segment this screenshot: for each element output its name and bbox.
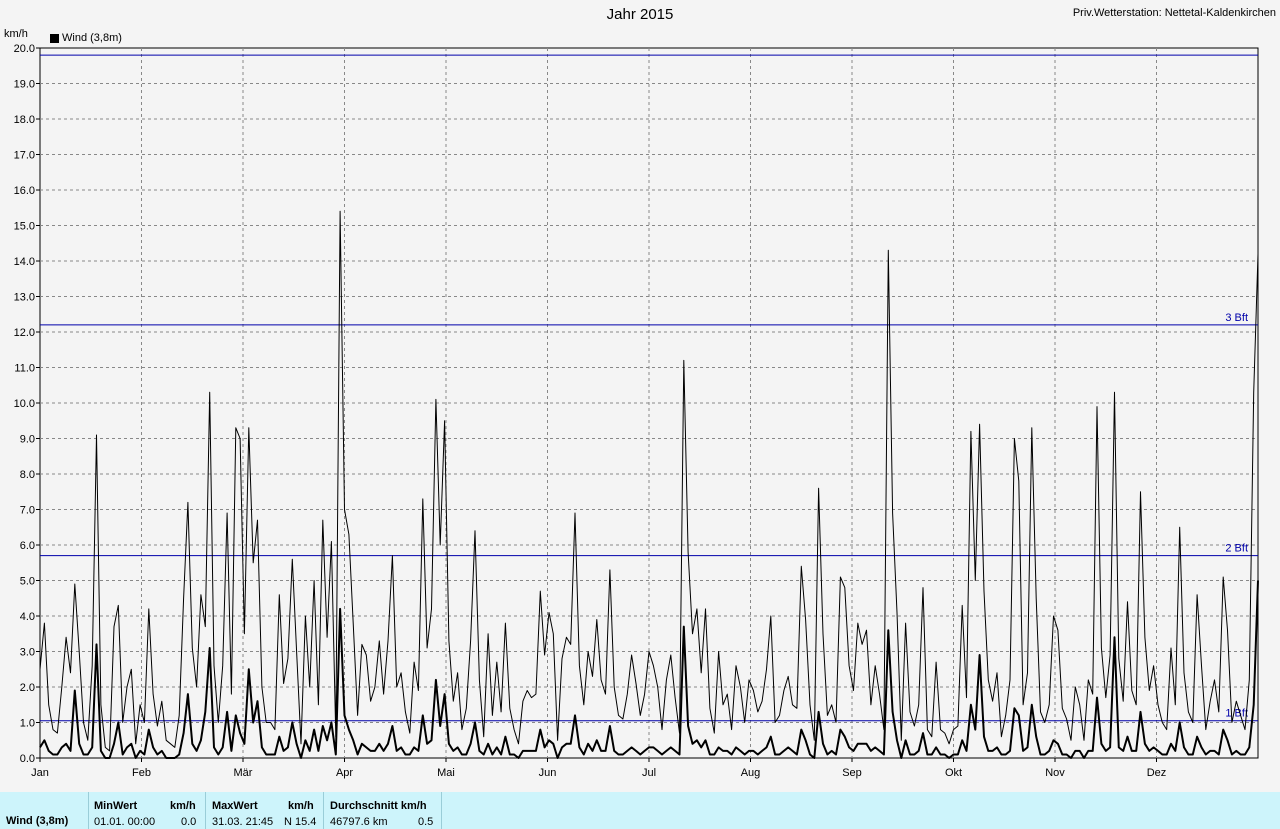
- y-tick-label: 2.0: [20, 682, 35, 694]
- y-tick-label: 16.0: [14, 185, 35, 197]
- max-value: N 15.4: [284, 816, 317, 828]
- y-tick-label: 1.0: [20, 718, 35, 730]
- max-header: MaxWert: [212, 800, 258, 812]
- x-tick-label: Aug: [741, 767, 761, 779]
- y-tick-label: 8.0: [20, 469, 35, 481]
- y-tick-label: 19.0: [14, 79, 35, 91]
- stats-divider: [88, 792, 89, 829]
- avg-header: Durchschnitt km/h: [330, 800, 427, 812]
- x-tick-label: Jun: [539, 767, 557, 779]
- y-tick-label: 18.0: [14, 114, 35, 126]
- max-date: 31.03. 21:45: [212, 816, 274, 828]
- y-tick-label: 3.0: [20, 647, 35, 659]
- y-tick-label: 4.0: [20, 611, 35, 623]
- y-tick-label: 11.0: [14, 363, 35, 375]
- stats-series-label: Wind (3,8m): [6, 815, 69, 827]
- y-tick-label: 13.0: [14, 292, 35, 304]
- bft-reference-label: 2 Bft: [1225, 543, 1248, 555]
- min-value: 0.0: [181, 816, 197, 828]
- min-unit: km/h: [170, 800, 196, 812]
- bft-reference-label: 1 Bft: [1225, 708, 1248, 720]
- stats-divider: [205, 792, 206, 829]
- x-tick-label: Feb: [132, 767, 151, 779]
- y-tick-label: 20.0: [14, 43, 35, 55]
- y-tick-label: 9.0: [20, 434, 35, 446]
- y-tick-label: 17.0: [14, 150, 35, 162]
- x-tick-label: Jul: [642, 767, 656, 779]
- y-tick-label: 12.0: [14, 327, 35, 339]
- stats-panel: Wind (3,8m) MinWert km/h 01.01. 00:00 0.…: [0, 792, 1280, 829]
- y-tick-label: 0.0: [20, 753, 35, 765]
- max-unit: km/h: [288, 800, 314, 812]
- stats-divider: [323, 792, 324, 829]
- x-tick-label: Okt: [945, 767, 962, 779]
- x-tick-label: Nov: [1045, 767, 1065, 779]
- y-tick-label: 5.0: [20, 576, 35, 588]
- x-tick-label: Apr: [336, 767, 353, 779]
- y-tick-label: 7.0: [20, 505, 35, 517]
- x-tick-label: Mai: [437, 767, 455, 779]
- avg-value: 0.5: [418, 816, 434, 828]
- y-tick-label: 15.0: [14, 221, 35, 233]
- stats-divider: [441, 792, 442, 829]
- y-tick-label: 10.0: [14, 398, 35, 410]
- y-tick-label: 14.0: [14, 256, 35, 268]
- avg-distance: 46797.6 km: [330, 816, 388, 828]
- x-tick-label: Sep: [842, 767, 862, 779]
- bft-reference-label: 3 Bft: [1225, 312, 1248, 324]
- x-tick-label: Mär: [234, 767, 253, 779]
- min-header: MinWert: [94, 800, 138, 812]
- y-tick-label: 6.0: [20, 540, 35, 552]
- x-tick-label: Jan: [31, 767, 49, 779]
- wind-chart: 0.0 1.0 2.0 3.0 4.0 5.0 6.0 7.0 8.0 9.0 10.0 11.0 12…: [14, 43, 1259, 779]
- x-tick-label: Dez: [1147, 767, 1167, 779]
- min-date: 01.01. 00:00: [94, 816, 156, 828]
